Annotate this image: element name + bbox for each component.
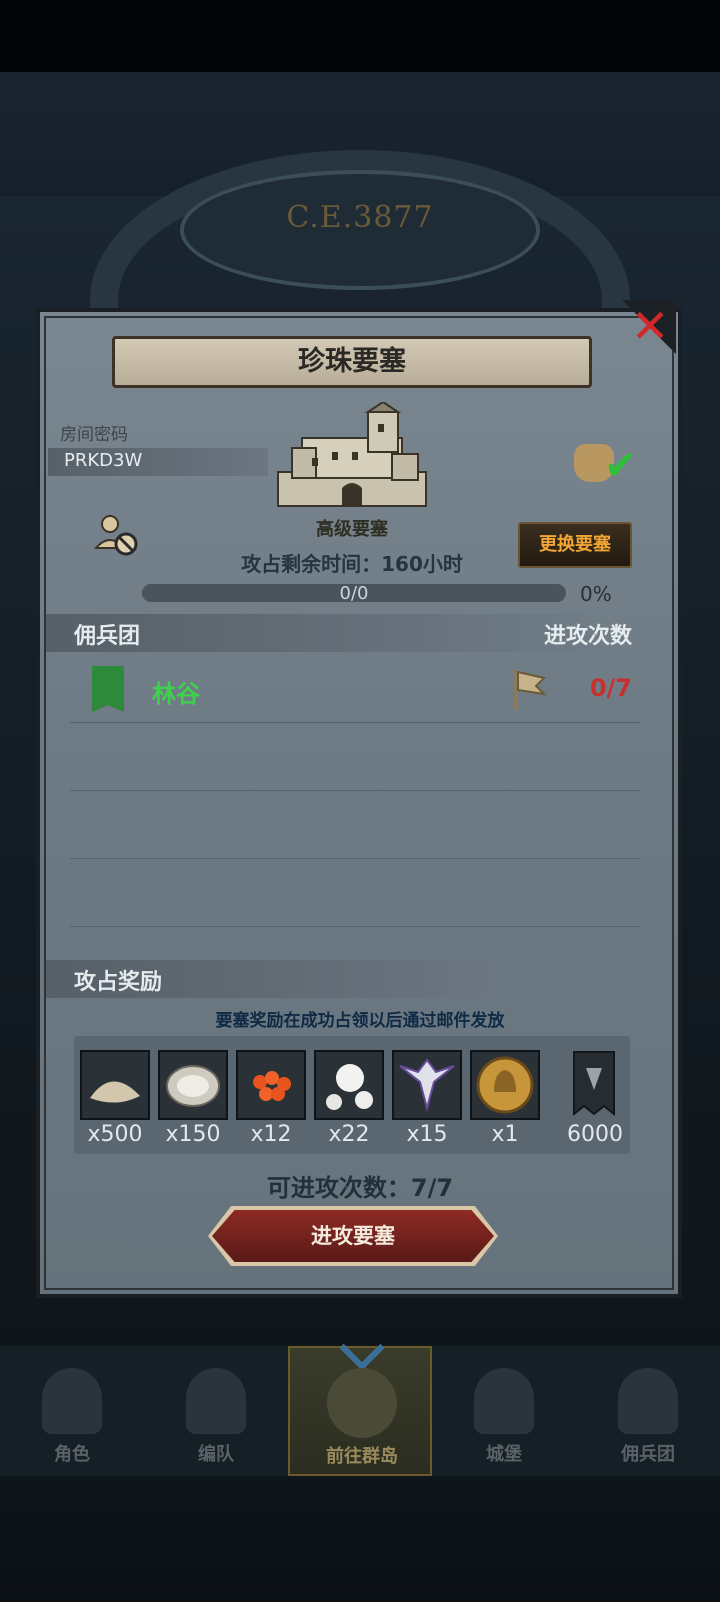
castle-icon bbox=[474, 1368, 534, 1434]
reward-qty: x15 bbox=[406, 1122, 448, 1147]
mercenary-icon bbox=[618, 1368, 678, 1434]
fortress-type: 高级要塞 bbox=[316, 519, 388, 540]
reward-qty: x1 bbox=[491, 1122, 519, 1147]
nav-label: 前往群岛 bbox=[326, 1446, 398, 1467]
fortress-castle-icon bbox=[277, 402, 427, 507]
close-icon[interactable]: ✕ bbox=[628, 303, 672, 349]
fish-roe-icon bbox=[253, 1071, 291, 1101]
knight-icon bbox=[42, 1368, 102, 1434]
reward-slot[interactable] bbox=[392, 1050, 462, 1120]
gold-helmet-coin-icon bbox=[476, 1056, 534, 1114]
reward-header: 攻占奖励 bbox=[74, 970, 163, 995]
reward-slot[interactable] bbox=[314, 1050, 384, 1120]
reward-qty: x22 bbox=[328, 1122, 370, 1147]
reward-slot[interactable] bbox=[236, 1050, 306, 1120]
winged-emblem-icon bbox=[399, 1058, 455, 1112]
reward-qty: 6000 bbox=[567, 1122, 623, 1147]
reward-note: 要塞奖励在成功占领以后通过邮件发放 bbox=[215, 1011, 505, 1031]
room-code-label: 房间密码 bbox=[60, 425, 128, 445]
guild-emblem-icon bbox=[92, 666, 124, 712]
helmet-icon bbox=[186, 1368, 246, 1434]
pearl-icon bbox=[326, 1064, 373, 1110]
remaining-time: 攻占剩余时间：160小时 bbox=[241, 552, 463, 576]
nav-character[interactable]: 角色 bbox=[0, 1346, 144, 1476]
nav-label: 编队 bbox=[198, 1444, 234, 1465]
row-divider bbox=[70, 722, 640, 723]
attempts-remaining: 可进攻次数：7/7 bbox=[266, 1174, 454, 1202]
guild-name: 林谷 bbox=[152, 680, 200, 708]
flag-icon bbox=[514, 670, 547, 710]
status-bar-area bbox=[0, 0, 720, 72]
compass-map-icon bbox=[327, 1368, 397, 1438]
attack-count-header: 进攻次数 bbox=[543, 624, 632, 649]
reward-qty: x12 bbox=[250, 1122, 292, 1147]
nav-label: 角色 bbox=[54, 1444, 90, 1465]
nav-guild[interactable]: 佣兵团 bbox=[576, 1346, 720, 1476]
nav-label: 城堡 bbox=[486, 1444, 522, 1465]
merc-header: 佣兵团 bbox=[74, 624, 141, 649]
reward-qty: x500 bbox=[87, 1122, 143, 1147]
reward-slot[interactable] bbox=[80, 1050, 150, 1120]
progress-text: 0/0 bbox=[339, 583, 369, 604]
nav-formation[interactable]: 编队 bbox=[144, 1346, 288, 1476]
dialog-title: 珍珠要塞 bbox=[298, 346, 406, 377]
sand-icon bbox=[90, 1081, 140, 1103]
check-icon: ✔ bbox=[604, 443, 638, 489]
guild-banner-icon[interactable] bbox=[572, 1050, 616, 1117]
nav-castle[interactable]: 城堡 bbox=[432, 1346, 576, 1476]
reward-qty: x150 bbox=[165, 1122, 221, 1147]
guild-attack-count: 0/7 bbox=[589, 674, 632, 702]
nav-label: 佣兵团 bbox=[621, 1444, 675, 1465]
attack-fortress-label[interactable]: 进攻要塞 bbox=[212, 1210, 494, 1262]
reward-slot[interactable] bbox=[158, 1050, 228, 1120]
room-code-value: PRKD3W bbox=[64, 450, 143, 471]
oyster-icon bbox=[166, 1065, 220, 1107]
row-divider bbox=[70, 858, 640, 859]
row-divider bbox=[70, 790, 640, 791]
bottom-nav: 角色 编队 前往群岛 城堡 佣兵团 bbox=[0, 1325, 720, 1476]
nav-islands[interactable]: 前往群岛 bbox=[288, 1325, 432, 1476]
row-divider bbox=[70, 926, 640, 927]
reward-slot[interactable] bbox=[470, 1050, 540, 1120]
era-text: C.E.3877 bbox=[286, 200, 434, 235]
no-person-icon[interactable] bbox=[94, 512, 140, 558]
progress-percent: 0% bbox=[580, 582, 612, 606]
